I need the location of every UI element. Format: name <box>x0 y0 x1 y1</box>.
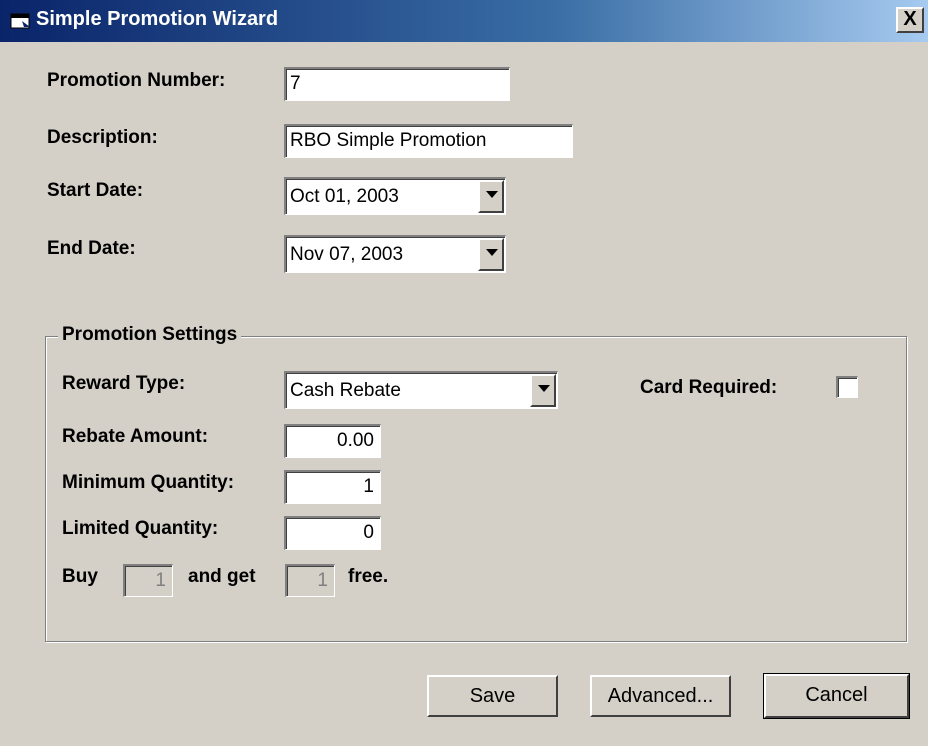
minimum-quantity-input[interactable]: 1 <box>284 470 381 504</box>
advanced-button[interactable]: Advanced... <box>590 675 731 717</box>
rebate-amount-input[interactable]: 0.00 <box>284 424 381 458</box>
reward-type-select[interactable]: Cash Rebate <box>284 371 558 409</box>
card-required-label: Card Required: <box>640 377 778 398</box>
start-date-label: Start Date: <box>47 180 144 201</box>
limited-quantity-label: Limited Quantity: <box>62 518 219 539</box>
limited-quantity-input[interactable]: 0 <box>284 516 381 550</box>
end-date-label: End Date: <box>47 238 136 259</box>
minimum-quantity-label: Minimum Quantity: <box>62 472 235 493</box>
promotion-number-label: Promotion Number: <box>47 70 226 91</box>
start-date-dropdown-arrow-icon[interactable] <box>478 180 504 213</box>
title-bar[interactable]: Simple Promotion Wizard X <box>0 0 928 42</box>
end-date-value: Nov 07, 2003 <box>290 244 404 265</box>
and-get-label: and get <box>188 566 256 587</box>
window-title: Simple Promotion Wizard <box>36 8 279 30</box>
reward-type-label: Reward Type: <box>62 373 186 394</box>
promotion-number-input[interactable]: 7 <box>284 67 510 101</box>
buy-label: Buy <box>62 566 98 587</box>
app-icon <box>10 13 30 29</box>
close-button[interactable]: X <box>896 7 924 33</box>
save-button[interactable]: Save <box>427 675 558 717</box>
start-date-picker[interactable]: Oct 01, 2003 <box>284 177 506 215</box>
end-date-picker[interactable]: Nov 07, 2003 <box>284 235 506 273</box>
free-label: free. <box>348 566 389 587</box>
start-date-value: Oct 01, 2003 <box>290 186 399 207</box>
get-quantity-input: 1 <box>285 564 335 597</box>
description-input[interactable]: RBO Simple Promotion <box>284 124 573 158</box>
rebate-amount-label: Rebate Amount: <box>62 426 209 447</box>
buy-quantity-input: 1 <box>123 564 173 597</box>
description-label: Description: <box>47 127 158 148</box>
card-required-checkbox[interactable] <box>836 376 858 398</box>
promotion-settings-legend: Promotion Settings <box>58 324 242 346</box>
reward-type-value: Cash Rebate <box>290 380 401 401</box>
cancel-button[interactable]: Cancel <box>763 673 910 719</box>
promotion-wizard-window: Simple Promotion Wizard X Promotion Numb… <box>0 0 928 746</box>
reward-type-dropdown-arrow-icon[interactable] <box>530 374 556 407</box>
end-date-dropdown-arrow-icon[interactable] <box>478 238 504 271</box>
